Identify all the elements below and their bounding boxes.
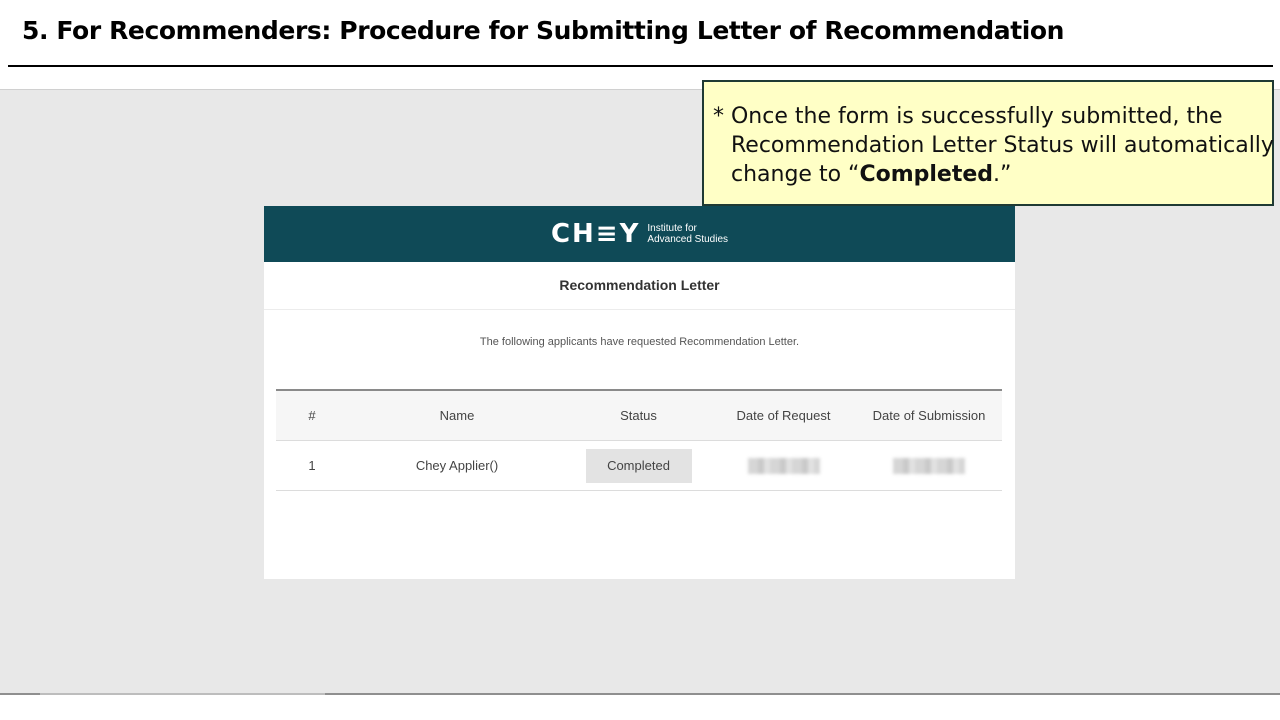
logo-subtitle-line2: Advanced Studies (647, 234, 729, 245)
notice-text: The following applicants have requested … (479, 336, 800, 348)
column-header-date-of-request: Date of Request (736, 408, 831, 423)
chey-logo[interactable]: CH≡Y Institute for Advanced Studies (551, 219, 728, 249)
date-of-request-cell (711, 457, 856, 474)
applicants-table: # Name Status Date of Request Date of Su… (276, 389, 1002, 491)
status-cell: Completed (566, 448, 711, 483)
logo-wordmark: CH≡Y (550, 219, 641, 249)
recommendation-portal-card: CH≡Y Institute for Advanced Studies Reco… (264, 206, 1015, 579)
date-of-submission-cell (856, 457, 1002, 474)
title-divider (8, 65, 1273, 67)
logo-subtitle: Institute for Advanced Studies (647, 223, 728, 245)
callout-line-3-suffix: .” (993, 162, 1012, 187)
callout-line-3: change to “Completed.” (713, 160, 1262, 189)
status-badge: Completed (585, 448, 692, 483)
row-number: 1 (308, 458, 316, 473)
redacted-date (893, 457, 965, 474)
callout-note: * Once the form is successfully submitte… (702, 80, 1274, 206)
slide-title: 5. For Recommenders: Procedure for Submi… (22, 16, 1065, 45)
column-header-name: Name (439, 408, 475, 423)
table-header-row: # Name Status Date of Request Date of Su… (276, 391, 1002, 441)
table-row[interactable]: 1 Chey Applier() Completed (276, 441, 1002, 491)
callout-completed-emphasis: Completed (859, 162, 994, 187)
applicant-name: Chey Applier() (415, 458, 499, 473)
bottom-strip-left (0, 693, 40, 695)
callout-line-3-prefix: change to “ (731, 162, 860, 187)
column-header-date-of-submission: Date of Submission (872, 408, 986, 423)
column-header-number: # (308, 408, 316, 423)
logo-subtitle-line1: Institute for (647, 223, 697, 234)
page-title: Recommendation Letter (264, 262, 1015, 310)
portal-header: CH≡Y Institute for Advanced Studies (264, 206, 1015, 262)
bottom-strip-right (325, 693, 1280, 695)
redacted-date (747, 457, 820, 474)
callout-line-1: * Once the form is successfully submitte… (713, 104, 1223, 129)
column-header-status: Status (620, 408, 657, 423)
callout-line-2: Recommendation Letter Status will automa… (731, 133, 1274, 158)
